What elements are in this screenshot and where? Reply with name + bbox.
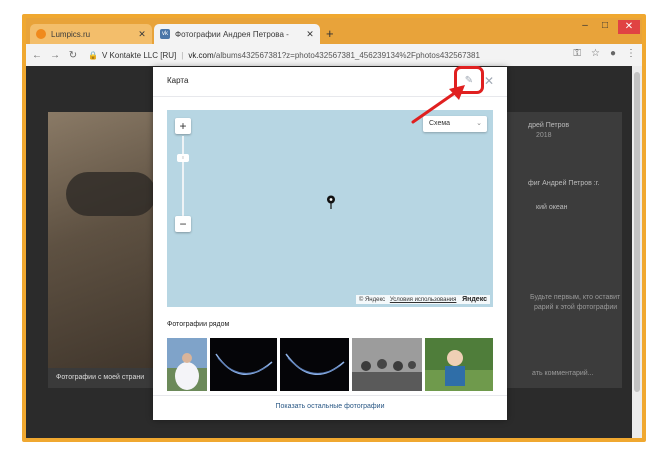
tab-title: Фотографии Андрея Петрова - [175, 29, 289, 39]
footer-divider [153, 395, 507, 396]
modal-title: Карта [167, 76, 189, 85]
profile-avatar[interactable]: ● [610, 48, 616, 59]
nearby-photo-1[interactable] [167, 338, 207, 391]
tab-close-icon[interactable]: ✕ [304, 29, 316, 40]
url-field[interactable]: vk.com/albums432567381?z=photo432567381_… [188, 51, 480, 60]
tab-bar: Lumpics.ru ✕ vk Фотографии Андрея Петров… [26, 18, 642, 44]
new-tab-button[interactable]: + [326, 26, 334, 41]
tab-close-icon[interactable]: ✕ [136, 29, 148, 40]
background-author: дрей Петров [528, 122, 570, 129]
tab-title: Lumpics.ru [51, 29, 91, 39]
page-scrollbar[interactable] [632, 66, 642, 438]
url-domain: vk.com [188, 50, 214, 60]
zoom-slider-handle[interactable]: ≡ [177, 154, 189, 162]
tab-lumpics[interactable]: Lumpics.ru ✕ [30, 24, 152, 44]
reload-icon[interactable]: ↻ [66, 50, 80, 61]
site-identity[interactable]: V Kontakte LLC [RU] [102, 51, 176, 60]
nearby-photos-title: Фотографии рядом [167, 321, 230, 328]
scrollbar-thumb[interactable] [634, 72, 640, 392]
annotation-arrow-icon [411, 85, 465, 124]
terms-link[interactable]: Условия использования [390, 297, 457, 303]
map-attribution: © Яндекс Условия использования Яндекс [355, 295, 490, 304]
background-comment-hint-2: рарий к этой фотографии [534, 304, 618, 311]
yandex-logo[interactable]: Яндекс [462, 296, 487, 303]
map-view[interactable]: + ≡ − Схема ⌄ © Яндекс Условия использов… [167, 110, 493, 307]
back-arrow-icon[interactable]: ← [30, 50, 44, 61]
nearby-photo-4[interactable] [352, 338, 422, 391]
background-sidebar: дрей Петров 2018 фиг Андрей Петров :г. к… [506, 112, 622, 388]
lumpics-favicon-icon [36, 29, 46, 39]
show-more-photos-link[interactable]: Показать остальные фотографии [153, 403, 507, 410]
vk-favicon-icon: vk [160, 29, 170, 39]
background-comment-hint: Будьте первым, кто оставит [530, 294, 621, 301]
maximize-button[interactable]: □ [596, 20, 614, 31]
address-separator: | [181, 50, 184, 60]
chevron-down-icon: ⌄ [476, 120, 482, 127]
forward-arrow-icon[interactable]: → [48, 50, 62, 61]
zoom-out-button[interactable]: − [175, 216, 191, 232]
nearby-photo-3[interactable] [280, 338, 349, 391]
nearby-photo-2[interactable] [210, 338, 277, 391]
nearby-photos-strip [167, 338, 493, 391]
background-album: фиг Андрей Петров :г. [528, 180, 600, 187]
zoom-slider-track[interactable] [182, 136, 184, 216]
url-path: /albums432567381?z=photo432567381_456239… [213, 50, 480, 60]
background-comment-input: ать комментарий... [532, 370, 594, 377]
background-date: 2018 [536, 132, 552, 139]
minimize-button[interactable]: – [576, 20, 594, 31]
address-bar: ← → ↻ 🔒 V Kontakte LLC [RU] | vk.com/alb… [26, 44, 642, 66]
zoom-in-button[interactable]: + [175, 118, 191, 134]
key-icon[interactable]: ⚿ [573, 48, 581, 59]
photo-goggles [66, 172, 156, 216]
attribution-copyright: © Яндекс [358, 297, 386, 303]
menu-dots-icon[interactable]: ⋮ [626, 48, 636, 59]
close-icon[interactable]: ✕ [482, 74, 496, 88]
nearby-photo-5[interactable] [425, 338, 493, 391]
location-pin-icon[interactable] [326, 195, 336, 209]
star-icon[interactable]: ☆ [591, 48, 600, 59]
lock-icon[interactable]: 🔒 [88, 51, 98, 60]
background-location: кий океан [536, 204, 568, 211]
close-window-button[interactable]: ✕ [618, 20, 640, 34]
tab-vk-photos[interactable]: vk Фотографии Андрея Петрова - ✕ [154, 24, 320, 44]
